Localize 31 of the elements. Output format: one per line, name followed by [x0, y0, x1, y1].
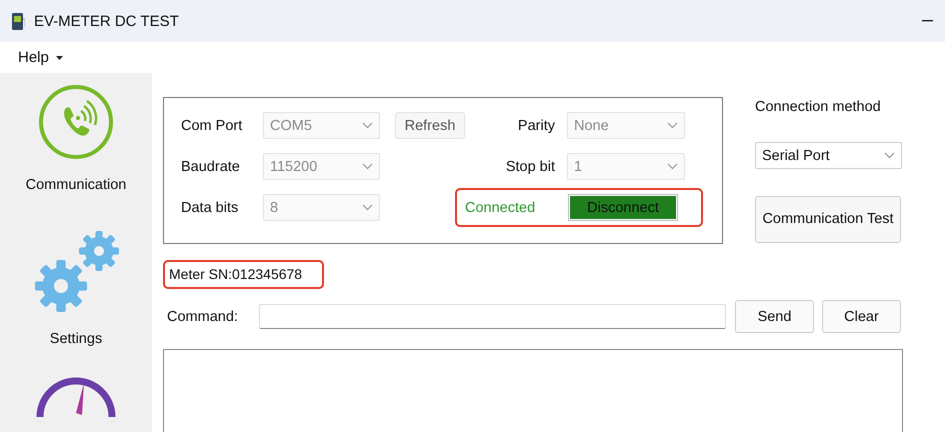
field-label: Baudrate [181, 158, 241, 174]
sidebar-item[interactable]: Communication [26, 177, 126, 193]
disconnect-button[interactable]: Disconnect [568, 194, 678, 221]
chevron-down-icon [667, 163, 678, 170]
field-label: Stop bit [506, 158, 556, 174]
field-label: Parity [518, 118, 556, 134]
phone-icon [37, 83, 115, 161]
window-title: EV-METER DC TEST [34, 12, 179, 30]
command-input[interactable] [259, 304, 726, 329]
communication-test-button[interactable]: Communication Test [755, 196, 901, 243]
field-label: Data bits [181, 200, 240, 216]
refresh-button[interactable]: Refresh [395, 112, 465, 139]
chevron-down-icon [362, 163, 373, 170]
app-logo-icon [12, 12, 25, 30]
meter-serial-number: Meter SN:012345678 [163, 260, 324, 289]
command-button[interactable]: Send [735, 300, 814, 333]
sidebar-item[interactable]: Settings [50, 331, 102, 347]
chevron-down-icon [362, 204, 373, 211]
chevron-down-icon [362, 122, 373, 129]
chevron-down-icon [884, 152, 895, 159]
menu-item[interactable]: Help [18, 49, 63, 66]
field-label: Com Port [181, 118, 244, 134]
caret-icon [56, 56, 63, 60]
connection-method-label: Connection method [755, 99, 882, 115]
command-button[interactable]: Clear [822, 300, 901, 333]
connection-status: Connected [465, 200, 536, 216]
chevron-down-icon [667, 122, 678, 129]
dropdown[interactable]: Serial Port [755, 142, 902, 169]
gauge-icon [34, 377, 118, 417]
command-label: Command: [167, 308, 239, 324]
minimize-icon[interactable] [922, 20, 933, 22]
